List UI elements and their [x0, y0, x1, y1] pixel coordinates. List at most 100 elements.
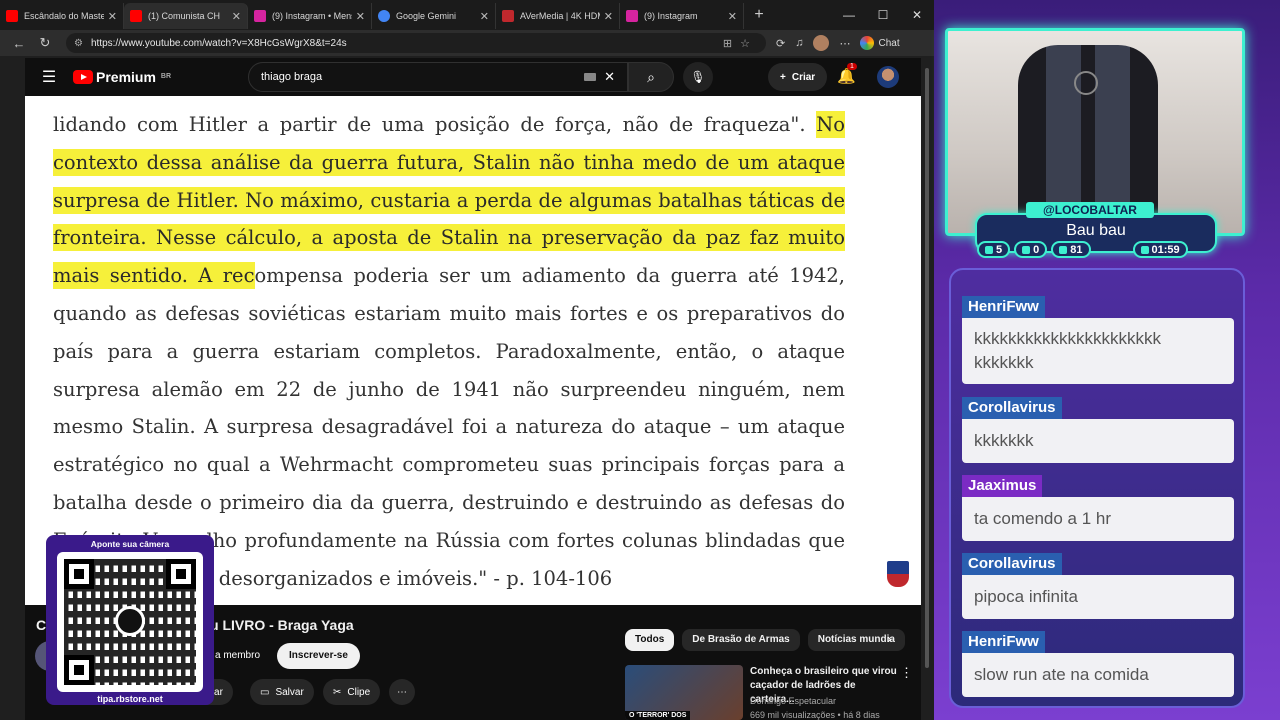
tab-title: Escândalo do Master s: [24, 11, 104, 21]
mic-icon[interactable]: 🎙: [683, 62, 713, 92]
close-icon[interactable]: ✕: [604, 10, 613, 23]
tab-bar: Escândalo do Master s ✕ (1) Comunista CH ✕…: [0, 0, 934, 30]
close-window-icon[interactable]: ✕: [900, 0, 934, 30]
highlighted-text: No contexto dessa análise da guerra futu…: [53, 111, 845, 290]
chair-logo: [1074, 71, 1098, 95]
search-value: thiago braga: [261, 71, 323, 83]
extensions-icon[interactable]: ⟳: [776, 37, 785, 50]
page-scrollbar[interactable]: [923, 58, 931, 720]
search-input[interactable]: thiago braga ✕: [248, 62, 628, 92]
bookmark-icon: ▭: [260, 686, 270, 698]
chat-message: HenriFww slow run ate na comida: [962, 631, 1234, 697]
viewer-count-badge: 81: [1051, 241, 1091, 258]
chevron-right-icon[interactable]: ›: [887, 631, 891, 646]
keyboard-icon[interactable]: [584, 73, 597, 81]
close-icon[interactable]: ✕: [108, 10, 117, 23]
chat-text: slow run ate na comida: [962, 653, 1234, 697]
back-icon[interactable]: ←: [6, 36, 32, 51]
clip-button[interactable]: ✂ Clipe: [323, 679, 381, 705]
chat-text: kkkkkkk: [962, 419, 1234, 463]
qr-finder: [64, 655, 94, 685]
chat-message: HenriFww kkkkkkkkkkkkkkkkkkkkkk kkkkkkk: [962, 296, 1234, 384]
media-icon[interactable]: ♫: [795, 37, 803, 49]
maximize-icon[interactable]: ☐: [866, 0, 900, 30]
coat-of-arms-logo: [887, 561, 909, 587]
streamer-handle: @LOCOBALTAR: [1026, 202, 1154, 218]
text-before: lidando com Hitler a partir de uma posiç…: [53, 113, 817, 136]
chat-username: Jaaximus: [962, 475, 1043, 497]
youtube-count: 0: [1033, 243, 1040, 256]
browser-tab-active[interactable]: (1) Comunista CH ✕: [124, 3, 248, 29]
gemini-icon: [378, 10, 390, 22]
qr-finder: [166, 559, 196, 589]
search-button[interactable]: ⌕: [628, 62, 674, 92]
youtube-play-icon: [73, 70, 93, 84]
youtube-logo[interactable]: Premium BR: [73, 69, 171, 85]
book-page-text: lidando com Hitler a partir de uma posiç…: [53, 106, 845, 597]
qr-url: tipa.rbstore.net: [97, 694, 163, 704]
chat-username: HenriFww: [962, 631, 1045, 653]
create-label: Criar: [791, 71, 816, 83]
chat-icon: [985, 245, 993, 254]
browser-tab[interactable]: Google Gemini ✕: [372, 3, 496, 29]
related-video-thumbnail[interactable]: O 'TERROR' DOS: [625, 665, 743, 720]
browser-tab[interactable]: (9) Instagram • Mensa ✕: [248, 3, 372, 29]
close-icon[interactable]: ✕: [232, 10, 241, 23]
qr-finder: [64, 559, 94, 589]
browser-tab[interactable]: Escândalo do Master s ✕: [0, 3, 124, 29]
related-video-channel[interactable]: Domingo Espetacular: [750, 696, 836, 706]
chat-count: 5: [996, 243, 1003, 256]
save-button[interactable]: ▭ Salvar: [250, 679, 314, 705]
chat-username: HenriFww: [962, 296, 1045, 318]
hamburger-menu-icon[interactable]: ☰: [25, 67, 73, 87]
tab-title: (9) Instagram: [644, 11, 698, 21]
plus-icon: +: [780, 71, 786, 83]
tab-title: (1) Comunista CH: [148, 11, 221, 21]
menu-icon[interactable]: ⋯: [839, 37, 850, 50]
new-tab-button[interactable]: +: [744, 6, 774, 24]
video-player[interactable]: lidando com Hitler a partir de uma posiç…: [25, 96, 921, 605]
thumbnail-caption: O 'TERROR' DOS: [625, 711, 691, 720]
tab-title: (9) Instagram • Mensa: [272, 11, 352, 21]
related-video-meta: 669 mil visualizações • há 8 dias: [750, 710, 880, 720]
youtube-count-badge: 0: [1014, 241, 1048, 258]
clear-search-icon[interactable]: ✕: [604, 69, 615, 85]
tab-title: AVerMedia | 4K HDMI: [520, 11, 600, 21]
qr-code: [57, 552, 203, 692]
profile-avatar[interactable]: [813, 35, 830, 51]
account-avatar[interactable]: [877, 66, 899, 88]
viewer-count: 81: [1070, 243, 1083, 256]
youtube-icon: [130, 10, 142, 22]
scrollbar-thumb[interactable]: [925, 68, 929, 668]
browser-tab[interactable]: AVerMedia | 4K HDMI ✕: [496, 3, 620, 29]
microphone-icon: [115, 606, 145, 636]
close-icon[interactable]: ✕: [728, 10, 737, 23]
instagram-icon: [254, 10, 266, 22]
join-button[interactable]: a membro: [205, 643, 270, 669]
chat-username: Corollavirus: [962, 553, 1062, 575]
chat-button[interactable]: Chat: [860, 36, 900, 50]
chip-brasao[interactable]: De Brasão de Armas: [682, 629, 800, 651]
more-vert-icon[interactable]: ⋮: [900, 665, 913, 681]
minimize-icon[interactable]: —: [832, 0, 866, 30]
url-actions[interactable]: ⊞☆: [723, 37, 758, 50]
window-controls: — ☐ ✕: [832, 0, 934, 30]
notifications-bell-icon[interactable]: 🔔 1: [837, 63, 857, 85]
browser-tab[interactable]: (9) Instagram ✕: [620, 3, 744, 29]
related-chips: Todos De Brasão de Armas Notícias mundia: [625, 629, 905, 651]
chat-text: kkkkkkkkkkkkkkkkkkkkkk kkkkkkk: [962, 318, 1234, 384]
close-icon[interactable]: ✕: [356, 10, 365, 23]
url-field[interactable]: ⚙ https://www.youtube.com/watch?v=X8HcGs…: [66, 33, 766, 53]
save-label: Salvar: [275, 686, 304, 698]
close-icon[interactable]: ✕: [480, 10, 489, 23]
create-button[interactable]: + Criar: [768, 63, 828, 91]
chat-count-badge: 5: [977, 241, 1011, 258]
stream-status-text: Bau bau: [1066, 222, 1126, 239]
site-info-icon[interactable]: ⚙: [74, 38, 83, 49]
chat-label: Chat: [878, 37, 900, 49]
subscribe-button[interactable]: Inscrever-se: [277, 643, 360, 669]
chip-all[interactable]: Todos: [625, 629, 675, 651]
video-title-end: u LIVRO - Braga Yaga: [210, 617, 354, 633]
reload-icon[interactable]: ↻: [32, 35, 58, 51]
more-actions-button[interactable]: ⋯: [389, 679, 415, 705]
